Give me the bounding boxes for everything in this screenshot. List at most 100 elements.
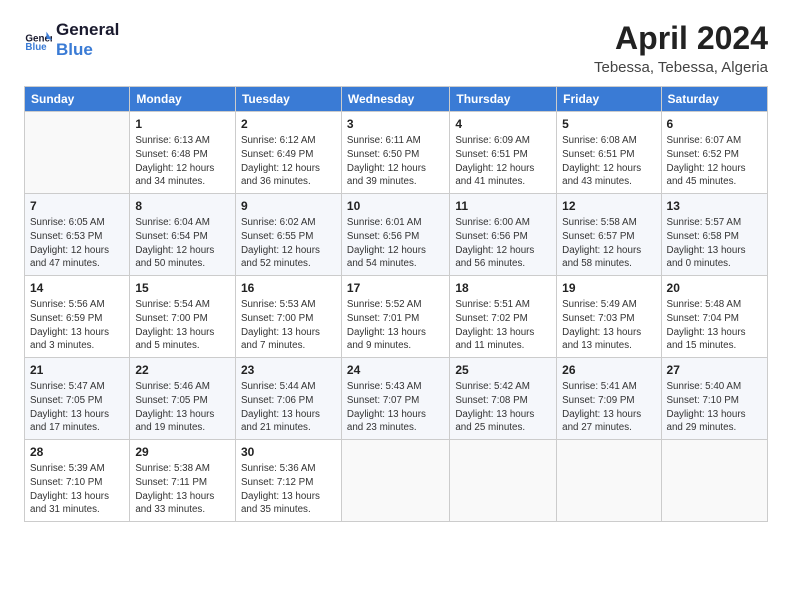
header-tuesday: Tuesday bbox=[235, 87, 341, 112]
logo-line1: General bbox=[56, 20, 119, 40]
calendar-cell: 7 Sunrise: 6:05 AMSunset: 6:53 PMDaylight… bbox=[25, 194, 130, 276]
svg-text:Blue: Blue bbox=[25, 42, 47, 53]
calendar-cell: 21 Sunrise: 5:47 AMSunset: 7:05 PMDayligh… bbox=[25, 358, 130, 440]
week-row-4: 21 Sunrise: 5:47 AMSunset: 7:05 PMDayligh… bbox=[25, 358, 768, 440]
calendar-cell: 29 Sunrise: 5:38 AMSunset: 7:11 PMDayligh… bbox=[130, 440, 236, 522]
day-number: 1 bbox=[135, 116, 230, 132]
day-number: 14 bbox=[30, 280, 124, 296]
day-number: 11 bbox=[455, 198, 551, 214]
day-number: 17 bbox=[347, 280, 444, 296]
header-monday: Monday bbox=[130, 87, 236, 112]
day-info: Sunrise: 5:54 AMSunset: 7:00 PMDaylight:… bbox=[135, 298, 230, 353]
header-friday: Friday bbox=[557, 87, 661, 112]
calendar: SundayMondayTuesdayWednesdayThursdayFrid… bbox=[24, 86, 768, 522]
day-number: 24 bbox=[347, 362, 444, 378]
calendar-cell: 4 Sunrise: 6:09 AMSunset: 6:51 PMDaylight… bbox=[450, 112, 557, 194]
calendar-cell: 3 Sunrise: 6:11 AMSunset: 6:50 PMDaylight… bbox=[341, 112, 449, 194]
day-number: 29 bbox=[135, 444, 230, 460]
calendar-cell: 18 Sunrise: 5:51 AMSunset: 7:02 PMDayligh… bbox=[450, 276, 557, 358]
calendar-cell bbox=[661, 440, 767, 522]
day-number: 23 bbox=[241, 362, 336, 378]
day-number: 13 bbox=[667, 198, 762, 214]
calendar-cell: 12Sunrise: 5:58 AMSunset: 6:57 PMDayligh… bbox=[557, 194, 661, 276]
day-number: 18 bbox=[455, 280, 551, 296]
calendar-cell: 9 Sunrise: 6:02 AMSunset: 6:55 PMDaylight… bbox=[235, 194, 341, 276]
day-info: Sunrise: 5:36 AMSunset: 7:12 PMDaylight:… bbox=[241, 462, 336, 517]
calendar-cell: 2 Sunrise: 6:12 AMSunset: 6:49 PMDaylight… bbox=[235, 112, 341, 194]
day-info: Sunrise: 5:48 AMSunset: 7:04 PMDaylight:… bbox=[667, 298, 762, 353]
day-info: Sunrise: 6:00 AMSunset: 6:56 PMDaylight:… bbox=[455, 216, 551, 271]
day-number: 22 bbox=[135, 362, 230, 378]
day-info: Sunrise: 6:02 AMSunset: 6:55 PMDaylight:… bbox=[241, 216, 336, 271]
week-row-5: 28Sunrise: 5:39 AMSunset: 7:10 PMDayligh… bbox=[25, 440, 768, 522]
day-number: 5 bbox=[562, 116, 655, 132]
week-row-1: 1Sunrise: 6:13 AMSunset: 6:48 PMDaylight… bbox=[25, 112, 768, 194]
logo: General Blue General Blue bbox=[24, 20, 119, 61]
day-info: Sunrise: 5:38 AMSunset: 7:11 PMDaylight:… bbox=[135, 462, 230, 517]
day-number: 4 bbox=[455, 116, 551, 132]
calendar-cell: 25Sunrise: 5:42 AMSunset: 7:08 PMDayligh… bbox=[450, 358, 557, 440]
logo-line2: Blue bbox=[56, 40, 119, 60]
day-number: 2 bbox=[241, 116, 336, 132]
day-number: 9 bbox=[241, 198, 336, 214]
day-info: Sunrise: 5:53 AMSunset: 7:00 PMDaylight:… bbox=[241, 298, 336, 353]
day-number: 15 bbox=[135, 280, 230, 296]
calendar-cell: 20 Sunrise: 5:48 AMSunset: 7:04 PMDayligh… bbox=[661, 276, 767, 358]
day-info: Sunrise: 6:11 AMSunset: 6:50 PMDaylight:… bbox=[347, 134, 444, 189]
day-info: Sunrise: 5:52 AMSunset: 7:01 PMDaylight:… bbox=[347, 298, 444, 353]
calendar-cell: 8Sunrise: 6:04 AMSunset: 6:54 PMDaylight… bbox=[130, 194, 236, 276]
title-block: April 2024 Tebessa, Tebessa, Algeria bbox=[594, 20, 768, 76]
day-info: Sunrise: 5:43 AMSunset: 7:07 PMDaylight:… bbox=[347, 380, 444, 435]
header-saturday: Saturday bbox=[661, 87, 767, 112]
day-number: 19 bbox=[562, 280, 655, 296]
day-info: Sunrise: 5:44 AMSunset: 7:06 PMDaylight:… bbox=[241, 380, 336, 435]
day-number: 6 bbox=[667, 116, 762, 132]
header-sunday: Sunday bbox=[25, 87, 130, 112]
day-info: Sunrise: 6:07 AMSunset: 6:52 PMDaylight:… bbox=[667, 134, 762, 189]
day-info: Sunrise: 6:05 AMSunset: 6:53 PMDaylight:… bbox=[30, 216, 124, 271]
calendar-header-row: SundayMondayTuesdayWednesdayThursdayFrid… bbox=[25, 87, 768, 112]
day-number: 25 bbox=[455, 362, 551, 378]
header-wednesday: Wednesday bbox=[341, 87, 449, 112]
day-info: Sunrise: 6:01 AMSunset: 6:56 PMDaylight:… bbox=[347, 216, 444, 271]
calendar-cell: 30 Sunrise: 5:36 AMSunset: 7:12 PMDayligh… bbox=[235, 440, 341, 522]
day-info: Sunrise: 6:12 AMSunset: 6:49 PMDaylight:… bbox=[241, 134, 336, 189]
calendar-cell: 13 Sunrise: 5:57 AMSunset: 6:58 PMDayligh… bbox=[661, 194, 767, 276]
calendar-cell: 11 Sunrise: 6:00 AMSunset: 6:56 PMDayligh… bbox=[450, 194, 557, 276]
day-number: 30 bbox=[241, 444, 336, 460]
page-header: General Blue General Blue April 2024 Teb… bbox=[24, 20, 768, 76]
day-number: 7 bbox=[30, 198, 124, 214]
day-info: Sunrise: 5:57 AMSunset: 6:58 PMDaylight:… bbox=[667, 216, 762, 271]
day-number: 3 bbox=[347, 116, 444, 132]
calendar-cell: 27 Sunrise: 5:40 AMSunset: 7:10 PMDayligh… bbox=[661, 358, 767, 440]
header-thursday: Thursday bbox=[450, 87, 557, 112]
day-info: Sunrise: 5:40 AMSunset: 7:10 PMDaylight:… bbox=[667, 380, 762, 435]
subtitle: Tebessa, Tebessa, Algeria bbox=[594, 59, 768, 76]
day-info: Sunrise: 5:46 AMSunset: 7:05 PMDaylight:… bbox=[135, 380, 230, 435]
day-info: Sunrise: 5:41 AMSunset: 7:09 PMDaylight:… bbox=[562, 380, 655, 435]
calendar-cell bbox=[450, 440, 557, 522]
day-info: Sunrise: 6:08 AMSunset: 6:51 PMDaylight:… bbox=[562, 134, 655, 189]
calendar-cell: 16 Sunrise: 5:53 AMSunset: 7:00 PMDayligh… bbox=[235, 276, 341, 358]
logo-icon: General Blue bbox=[24, 26, 52, 54]
day-number: 20 bbox=[667, 280, 762, 296]
calendar-cell: 23 Sunrise: 5:44 AMSunset: 7:06 PMDayligh… bbox=[235, 358, 341, 440]
day-info: Sunrise: 5:51 AMSunset: 7:02 PMDaylight:… bbox=[455, 298, 551, 353]
day-number: 28 bbox=[30, 444, 124, 460]
calendar-cell: 24 Sunrise: 5:43 AMSunset: 7:07 PMDayligh… bbox=[341, 358, 449, 440]
day-number: 21 bbox=[30, 362, 124, 378]
day-info: Sunrise: 6:09 AMSunset: 6:51 PMDaylight:… bbox=[455, 134, 551, 189]
calendar-cell: 22 Sunrise: 5:46 AMSunset: 7:05 PMDayligh… bbox=[130, 358, 236, 440]
calendar-cell: 14Sunrise: 5:56 AMSunset: 6:59 PMDayligh… bbox=[25, 276, 130, 358]
calendar-cell: 1Sunrise: 6:13 AMSunset: 6:48 PMDaylight… bbox=[130, 112, 236, 194]
day-number: 27 bbox=[667, 362, 762, 378]
day-info: Sunrise: 5:49 AMSunset: 7:03 PMDaylight:… bbox=[562, 298, 655, 353]
day-info: Sunrise: 5:47 AMSunset: 7:05 PMDaylight:… bbox=[30, 380, 124, 435]
calendar-cell bbox=[25, 112, 130, 194]
calendar-cell: 6 Sunrise: 6:07 AMSunset: 6:52 PMDaylight… bbox=[661, 112, 767, 194]
calendar-cell: 10Sunrise: 6:01 AMSunset: 6:56 PMDayligh… bbox=[341, 194, 449, 276]
day-number: 16 bbox=[241, 280, 336, 296]
calendar-cell: 15 Sunrise: 5:54 AMSunset: 7:00 PMDayligh… bbox=[130, 276, 236, 358]
day-info: Sunrise: 6:04 AMSunset: 6:54 PMDaylight:… bbox=[135, 216, 230, 271]
day-number: 26 bbox=[562, 362, 655, 378]
